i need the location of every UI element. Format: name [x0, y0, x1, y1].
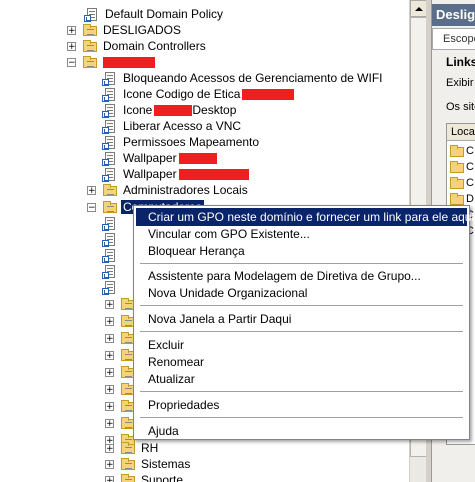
- expand-icon[interactable]: +: [105, 316, 114, 326]
- menu-item-modeling-wizard[interactable]: Assistente para Modelagem de Diretiva de…: [136, 267, 467, 285]
- list-item[interactable]: C: [449, 143, 474, 159]
- tree-item-gpo-codigo-etica[interactable]: Icone Codigo de Etica: [102, 86, 295, 102]
- tree-item-redacted-ou[interactable]: −: [67, 54, 155, 70]
- menu-item-new-ou[interactable]: Nova Unidade Organizacional: [136, 284, 467, 302]
- gpo-link-icon: [102, 167, 118, 182]
- tree-item-gpo-permissoes[interactable]: Permissoes Mapeamento: [102, 134, 261, 150]
- tab-escopo[interactable]: Escopo: [432, 28, 475, 50]
- folder-icon: [102, 183, 118, 198]
- menu-separator: [140, 331, 463, 332]
- menu-item-link-existing-gpo[interactable]: Vincular com GPO Existente...: [136, 225, 467, 243]
- tree-item-child-gpo[interactable]: [102, 247, 121, 263]
- gpo-link-icon: [102, 248, 118, 263]
- folder-icon: [102, 200, 118, 215]
- list-item[interactable]: C: [449, 159, 474, 175]
- gpo-link-icon: [102, 280, 118, 295]
- tree-item-rh[interactable]: + RH: [105, 440, 160, 456]
- menu-item-delete[interactable]: Excluir: [136, 336, 467, 354]
- folder-icon: [120, 441, 136, 456]
- expand-icon[interactable]: +: [105, 401, 114, 411]
- menu-item-rename[interactable]: Renomear: [136, 353, 467, 371]
- gpo-link-icon: [102, 103, 118, 118]
- gpo-link-icon: [102, 87, 118, 102]
- tree-item-administradores-locais[interactable]: + Administradores Locais: [87, 182, 250, 198]
- gpo-link-icon: [102, 135, 118, 150]
- folder-icon: [82, 39, 98, 54]
- redaction-mark: [242, 88, 295, 100]
- folder-icon: [449, 144, 465, 159]
- tree-item-gpo-wallpaper-1[interactable]: Wallpaper: [102, 150, 217, 166]
- gpo-link-icon: [102, 119, 118, 134]
- redaction-mark: [103, 56, 155, 68]
- gpo-link-icon: [84, 7, 100, 22]
- gpo-link-icon: [102, 216, 118, 231]
- tree-item-child-gpo[interactable]: [102, 279, 121, 295]
- details-title: Desligados: [432, 4, 475, 26]
- tree-item-child-gpo[interactable]: [102, 231, 121, 247]
- menu-separator: [140, 391, 463, 392]
- tree-item-gpo-icone-desktop[interactable]: Icone Desktop: [102, 102, 236, 118]
- expand-icon[interactable]: +: [105, 443, 114, 453]
- display-links-label: Exibir links: [446, 77, 475, 89]
- gpo-link-icon: [102, 232, 118, 247]
- folder-icon: [82, 55, 98, 70]
- tree-item-gpo-wifi[interactable]: Bloqueando Acessos de Gerenciamento de W…: [102, 70, 384, 86]
- expand-icon[interactable]: +: [105, 384, 114, 394]
- collapse-icon[interactable]: −: [87, 202, 96, 212]
- expand-icon[interactable]: +: [105, 418, 114, 428]
- tree-item-domain-controllers[interactable]: + Domain Controllers: [67, 38, 208, 54]
- menu-item-help[interactable]: Ajuda: [136, 422, 467, 440]
- tree-item-suporte[interactable]: + Suporte: [105, 472, 185, 482]
- column-header-local[interactable]: Local: [447, 124, 475, 141]
- folder-icon: [449, 160, 465, 175]
- scroll-up-button[interactable]: [410, 0, 427, 17]
- collapse-icon[interactable]: −: [67, 57, 76, 67]
- redaction-mark: [154, 104, 193, 116]
- menu-item-create-gpo-link[interactable]: Criar um GPO neste domínio e fornecer um…: [136, 208, 475, 226]
- gpo-link-icon: [102, 151, 118, 166]
- folder-icon: [120, 473, 136, 482]
- expand-icon[interactable]: +: [105, 459, 114, 469]
- tree-item-sistemas[interactable]: + Sistemas: [105, 456, 192, 472]
- gpo-link-icon: [102, 71, 118, 86]
- menu-separator: [140, 417, 463, 418]
- expand-icon[interactable]: +: [105, 333, 114, 343]
- expand-icon[interactable]: +: [105, 475, 114, 482]
- context-menu: Criar um GPO neste domínio e fornecer um…: [133, 205, 475, 440]
- folder-icon: [120, 457, 136, 472]
- expand-icon[interactable]: +: [67, 25, 76, 35]
- menu-item-refresh[interactable]: Atualizar: [136, 370, 467, 388]
- menu-item-block-inheritance[interactable]: Bloquear Herança: [136, 242, 467, 260]
- expand-icon[interactable]: +: [67, 41, 76, 51]
- gpo-link-icon: [102, 264, 118, 279]
- links-heading: Links: [446, 55, 475, 69]
- menu-item-properties[interactable]: Propriedades: [136, 396, 467, 414]
- tree-item-child-gpo[interactable]: [102, 263, 121, 279]
- tree-item-gpo-vnc[interactable]: Liberar Acesso a VNC: [102, 118, 243, 134]
- tree-item-desligados[interactable]: + DESLIGADOS: [67, 22, 183, 38]
- expand-icon[interactable]: +: [105, 299, 114, 309]
- folder-icon: [82, 23, 98, 38]
- redaction-mark: [178, 168, 249, 180]
- expand-icon[interactable]: +: [105, 350, 114, 360]
- tree-item-child-gpo[interactable]: [102, 215, 121, 231]
- tree-item-default-domain-policy[interactable]: Default Domain Policy: [84, 6, 225, 22]
- tree-item-gpo-wallpaper-2[interactable]: Wallpaper: [102, 166, 249, 182]
- menu-separator: [140, 305, 463, 306]
- list-item[interactable]: C: [449, 175, 474, 191]
- expand-icon[interactable]: +: [87, 185, 96, 195]
- expand-icon[interactable]: +: [105, 367, 114, 377]
- menu-item-new-window[interactable]: Nova Janela a Partir Daqui: [136, 310, 467, 328]
- menu-separator: [140, 263, 463, 264]
- folder-icon: [449, 176, 465, 191]
- redaction-mark: [178, 152, 217, 164]
- sites-label: Os sites: [446, 101, 475, 113]
